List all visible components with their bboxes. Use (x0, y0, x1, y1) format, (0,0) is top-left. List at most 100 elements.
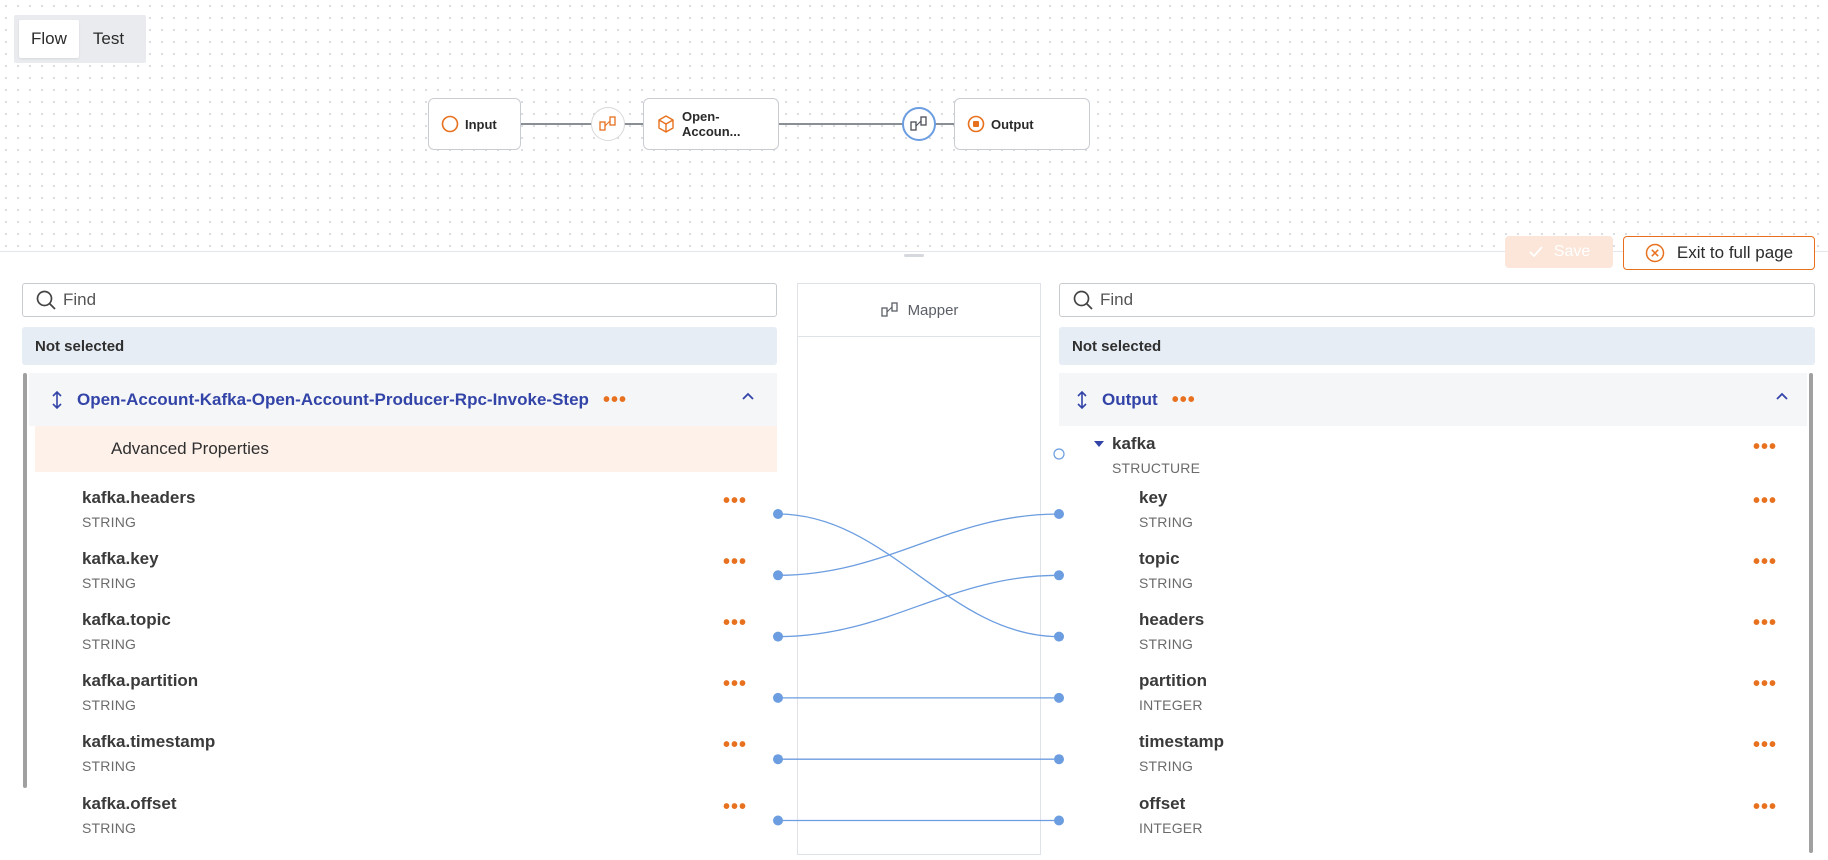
field-name: kafka.headers (82, 488, 196, 507)
list-item[interactable]: partition INTEGER ••• (1059, 667, 1807, 725)
right-panel: Output ••• kafka STRUCTURE ••• key STRIN… (1059, 373, 1807, 860)
field-name: kafka.timestamp (82, 732, 216, 751)
list-item[interactable]: kafka.partition STRING ••• (29, 667, 777, 725)
flow-node-label: Input (465, 116, 497, 132)
list-item[interactable]: kafka.offset STRING ••• (29, 790, 777, 848)
flow-mapper-badge[interactable] (591, 107, 625, 141)
tree-group[interactable]: kafka STRUCTURE ••• (1059, 430, 1807, 488)
flow-mapper-badge-selected[interactable] (902, 107, 936, 141)
field-name: headers (1139, 610, 1205, 629)
left-panel: Open-Account-Kafka-Open-Account-Producer… (29, 373, 777, 860)
expand-vertical-icon (52, 390, 62, 409)
search-icon (1073, 290, 1093, 310)
more-options-icon[interactable]: ••• (723, 613, 747, 633)
more-options-icon[interactable]: ••• (1753, 797, 1777, 817)
cube-icon (658, 115, 674, 133)
left-selection-status: Not selected (22, 327, 777, 365)
field-type: STRING (1139, 636, 1194, 652)
more-options-icon[interactable]: ••• (723, 491, 747, 511)
more-options-icon[interactable]: ••• (1753, 674, 1777, 694)
more-options-icon[interactable]: ••• (723, 735, 747, 755)
field-name: kafka.topic (82, 610, 171, 629)
exit-full-page-button[interactable]: Exit to full page (1623, 236, 1815, 270)
mapper-icon (599, 116, 616, 131)
flow-node-label: Open-Accoun... (682, 109, 741, 139)
field-type: STRING (1139, 758, 1194, 774)
tab-flow[interactable]: Flow (19, 20, 79, 58)
save-button[interactable]: Save (1505, 236, 1613, 268)
list-item[interactable]: kafka.topic STRING ••• (29, 606, 777, 664)
more-options-icon[interactable]: ••• (1753, 613, 1777, 633)
more-options-icon[interactable]: ••• (1753, 552, 1777, 572)
resize-handle[interactable] (904, 254, 924, 257)
field-type: STRING (82, 514, 137, 530)
list-item[interactable]: kafka.timestamp STRING ••• (29, 728, 777, 786)
chevron-up-icon[interactable] (741, 391, 755, 401)
right-selection-status: Not selected (1059, 327, 1815, 365)
right-search (1059, 283, 1815, 317)
field-name: partition (1139, 671, 1207, 690)
exit-button-label: Exit to full page (1676, 243, 1794, 262)
field-type: STRING (82, 820, 137, 836)
more-options-icon[interactable]: ••• (1753, 491, 1777, 511)
mapper-column: Mapper (797, 283, 1041, 855)
field-name: key (1139, 488, 1168, 507)
mapper-header: Mapper (798, 284, 1040, 337)
group-name: kafka (1112, 434, 1156, 453)
more-options-icon[interactable]: ••• (723, 797, 747, 817)
field-name: kafka.offset (82, 794, 177, 813)
flow-node-step[interactable]: Open-Accoun... (643, 98, 779, 150)
left-scrollbar[interactable] (23, 373, 27, 788)
left-panel-title: Open-Account-Kafka-Open-Account-Producer… (77, 389, 589, 409)
field-type: INTEGER (1139, 820, 1203, 836)
search-icon (36, 290, 56, 310)
more-options-icon[interactable]: ••• (723, 552, 747, 572)
field-type: STRING (1139, 575, 1194, 591)
group-type: STRUCTURE (1112, 460, 1201, 476)
chevron-up-icon[interactable] (1775, 391, 1789, 401)
right-search-input[interactable] (1100, 290, 1768, 310)
caret-down-icon[interactable] (1093, 439, 1105, 449)
field-type: INTEGER (1139, 697, 1203, 713)
list-item[interactable]: headers STRING ••• (1059, 606, 1807, 664)
field-name: offset (1139, 794, 1186, 813)
list-item[interactable]: topic STRING ••• (1059, 545, 1807, 603)
more-options-icon[interactable]: ••• (1753, 735, 1777, 755)
close-circle-icon (1645, 243, 1665, 263)
flow-node-output[interactable]: Output (954, 98, 1090, 150)
more-options-icon[interactable]: ••• (603, 390, 627, 410)
flow-canvas[interactable]: Flow Test Input Open-Accoun... Output (0, 0, 1828, 252)
expand-vertical-icon (1077, 390, 1087, 409)
field-name: timestamp (1139, 732, 1225, 751)
list-item[interactable]: kafka.headers STRING ••• (29, 484, 777, 542)
field-type: STRING (82, 636, 137, 652)
stop-circle-icon (967, 115, 985, 133)
right-panel-header[interactable]: Output ••• (1059, 373, 1807, 426)
right-scrollbar[interactable] (1809, 373, 1813, 853)
mapper-label: Mapper (907, 301, 959, 319)
view-tabs: Flow Test (14, 15, 146, 63)
circle-icon (441, 115, 459, 133)
mapper-icon (910, 116, 927, 131)
more-options-icon[interactable]: ••• (723, 674, 747, 694)
flow-node-input[interactable]: Input (428, 98, 521, 150)
list-item[interactable]: kafka.key STRING ••• (29, 545, 777, 603)
left-panel-header[interactable]: Open-Account-Kafka-Open-Account-Producer… (29, 373, 777, 426)
left-search (22, 283, 777, 317)
field-type: STRING (82, 758, 137, 774)
list-item[interactable]: key STRING ••• (1059, 484, 1807, 542)
list-item[interactable]: offset INTEGER ••• (1059, 790, 1807, 848)
left-search-input[interactable] (63, 290, 730, 310)
check-icon (1529, 246, 1543, 258)
more-options-icon[interactable]: ••• (1753, 437, 1777, 457)
list-item[interactable]: timestamp STRING ••• (1059, 728, 1807, 786)
field-name: kafka.partition (82, 671, 199, 690)
more-options-icon[interactable]: ••• (1172, 390, 1196, 410)
flow-node-label: Output (991, 116, 1034, 132)
mapper-icon (880, 302, 898, 317)
tab-test[interactable]: Test (81, 20, 136, 58)
field-name: kafka.key (82, 549, 159, 568)
right-panel-title: Output (1102, 389, 1158, 409)
advanced-properties[interactable]: Advanced Properties (35, 426, 777, 472)
field-type: STRING (82, 697, 137, 713)
